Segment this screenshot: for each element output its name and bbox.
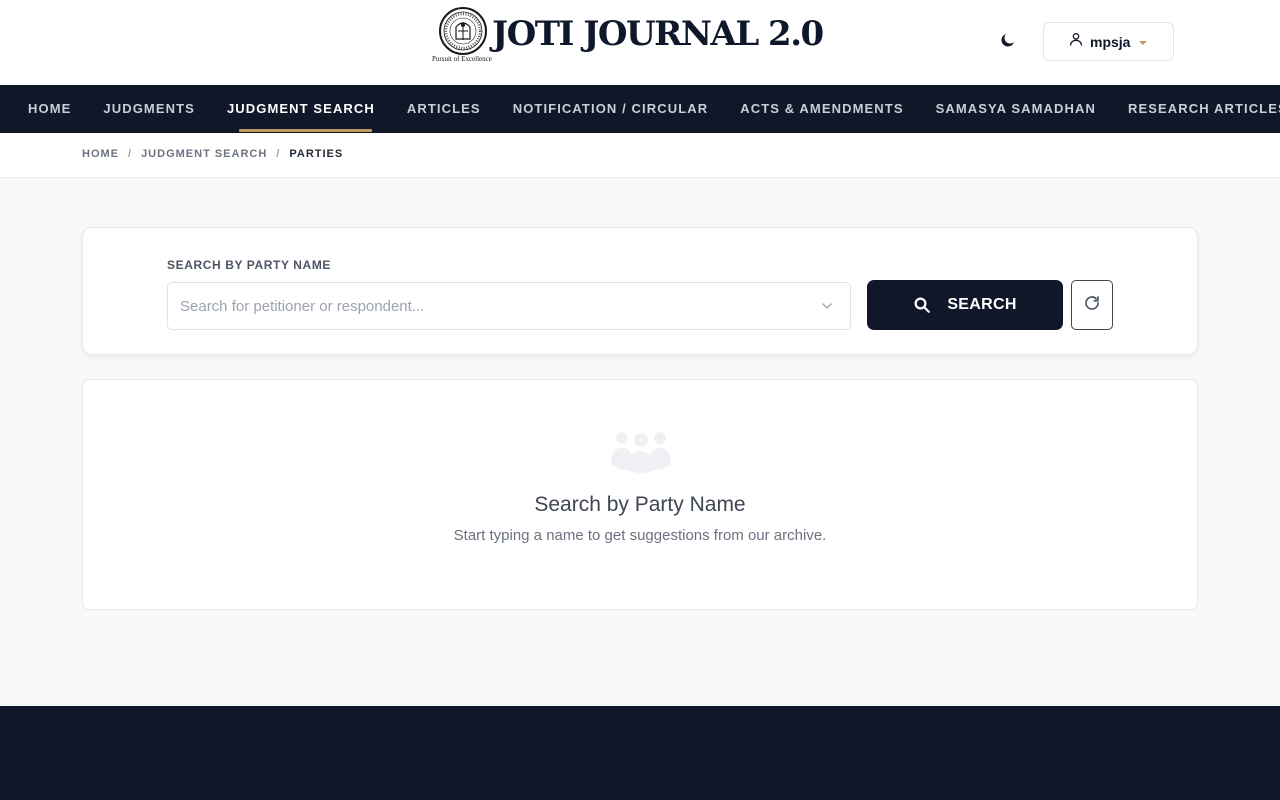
nav-item-notification-circular[interactable]: NOTIFICATION / CIRCULAR bbox=[497, 85, 725, 133]
breadcrumb: HOME / JUDGMENT SEARCH / PARTIES bbox=[82, 148, 343, 160]
empty-state-subtitle: Start typing a name to get suggestions f… bbox=[453, 527, 827, 544]
breadcrumb-separator: / bbox=[276, 148, 281, 160]
reset-button[interactable] bbox=[1071, 280, 1113, 330]
breadcrumb-current: PARTIES bbox=[289, 148, 344, 160]
breadcrumb-judgment-search[interactable]: JUDGMENT SEARCH bbox=[141, 148, 267, 160]
main-nav: HOME JUDGMENTS JUDGMENT SEARCH ARTICLES … bbox=[0, 85, 1280, 133]
site-footer bbox=[0, 706, 1280, 800]
nav-item-research-articles[interactable]: RESEARCH ARTICLES bbox=[1112, 85, 1280, 133]
search-card: SEARCH BY PARTY NAME SEARCH bbox=[82, 227, 1198, 355]
empty-state-title: Search by Party Name bbox=[534, 493, 746, 516]
site-header: Pursuit of Excellence JOTI JOURNAL 2.0 m… bbox=[0, 0, 1280, 85]
search-icon bbox=[913, 296, 931, 314]
users-group-icon bbox=[610, 430, 672, 474]
user-icon bbox=[1068, 31, 1084, 52]
logo-tagline: Pursuit of Excellence bbox=[432, 55, 492, 63]
search-label: SEARCH BY PARTY NAME bbox=[167, 258, 332, 272]
user-menu-button[interactable]: mpsja bbox=[1043, 22, 1174, 61]
seal-emblem-icon: Pursuit of Excellence bbox=[432, 6, 492, 64]
username-label: mpsja bbox=[1090, 33, 1131, 50]
breadcrumb-bar: HOME / JUDGMENT SEARCH / PARTIES bbox=[0, 133, 1280, 178]
results-empty-state: Search by Party Name Start typing a name… bbox=[82, 379, 1198, 610]
search-button-label: SEARCH bbox=[947, 296, 1017, 313]
moon-icon bbox=[999, 31, 1017, 54]
theme-toggle-button[interactable] bbox=[996, 30, 1020, 54]
logo-title: JOTI JOURNAL 2.0 bbox=[492, 14, 824, 54]
party-search-input[interactable] bbox=[167, 282, 851, 330]
nav-item-judgments[interactable]: JUDGMENTS bbox=[87, 85, 211, 133]
search-button[interactable]: SEARCH bbox=[867, 280, 1063, 330]
nav-item-samasya-samadhan[interactable]: SAMASYA SAMADHAN bbox=[920, 85, 1112, 133]
breadcrumb-home[interactable]: HOME bbox=[82, 148, 119, 160]
nav-item-judgment-search[interactable]: JUDGMENT SEARCH bbox=[211, 85, 391, 133]
site-logo[interactable]: Pursuit of Excellence JOTI JOURNAL 2.0 bbox=[432, 6, 824, 64]
nav-item-articles[interactable]: ARTICLES bbox=[391, 85, 497, 133]
nav-item-home[interactable]: HOME bbox=[0, 85, 87, 133]
refresh-icon bbox=[1083, 294, 1101, 317]
breadcrumb-separator: / bbox=[128, 148, 133, 160]
caret-down-icon bbox=[1139, 41, 1148, 45]
nav-item-acts-amendments[interactable]: ACTS & AMENDMENTS bbox=[724, 85, 919, 133]
